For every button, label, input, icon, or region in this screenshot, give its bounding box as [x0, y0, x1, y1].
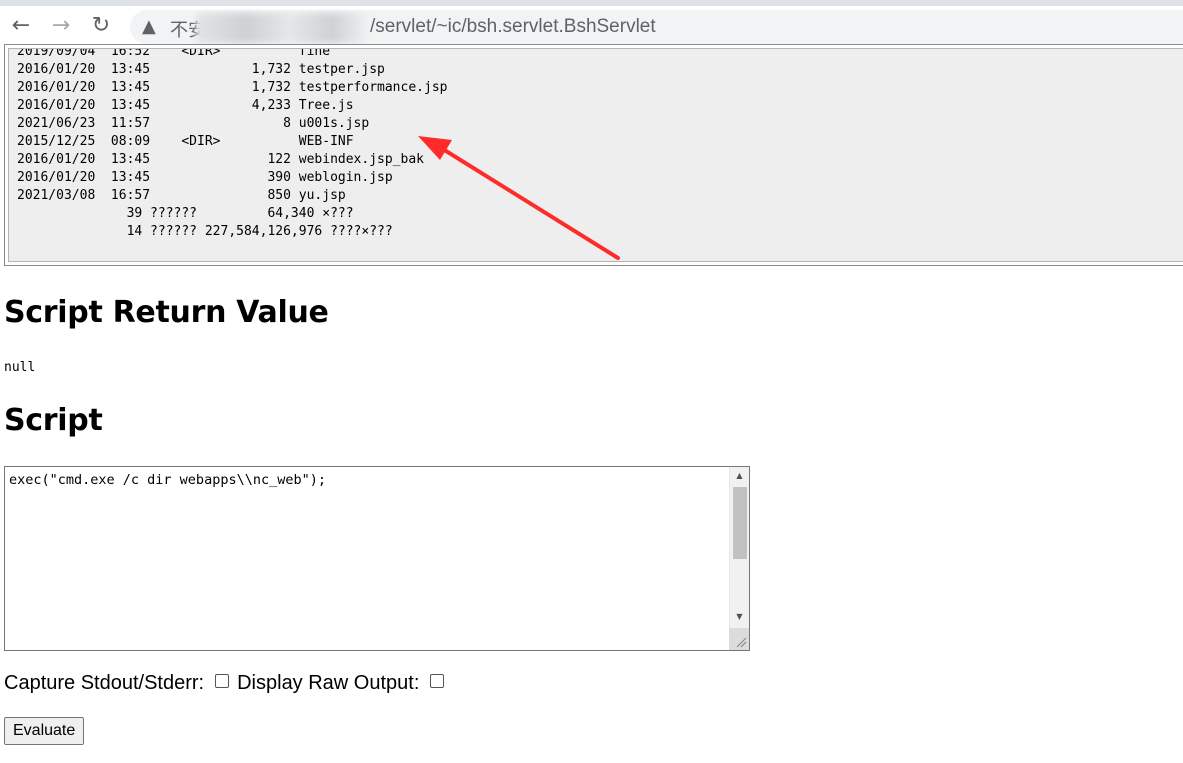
tab-strip — [0, 0, 1183, 6]
script-heading: Script — [4, 403, 103, 438]
capture-stdout-checkbox[interactable] — [215, 673, 230, 688]
options-row: Capture Stdout/Stderr: Display Raw Outpu… — [4, 672, 452, 695]
script-output-inner: 2019/09/04 16:52 <DIR> fine 2016/01/20 1… — [8, 48, 1183, 262]
scroll-up-arrow-icon[interactable]: ▲ — [730, 467, 749, 484]
return-value-text: null — [4, 360, 36, 375]
browser-toolbar: ← → ↻ ▲ 不安 /servlet/~ic/bsh.servlet.BshS… — [0, 0, 1183, 50]
url-text[interactable]: /servlet/~ic/bsh.servlet.BshServlet — [370, 16, 656, 38]
script-output-text: 2019/09/04 16:52 <DIR> fine 2016/01/20 1… — [17, 48, 448, 239]
resize-grip-icon[interactable] — [729, 628, 749, 650]
address-bar[interactable]: ▲ 不安 /servlet/~ic/bsh.servlet.BshServlet — [130, 10, 1183, 44]
redacted-host — [196, 13, 366, 43]
warning-triangle-icon[interactable]: ▲ — [142, 16, 156, 37]
reload-icon[interactable]: ↻ — [86, 10, 116, 40]
textarea-scrollbar[interactable]: ▲ ▼ — [729, 467, 749, 650]
script-output-box: 2019/09/04 16:52 <DIR> fine 2016/01/20 1… — [4, 44, 1183, 266]
scroll-thumb[interactable] — [733, 487, 747, 559]
forward-arrow-icon[interactable]: → — [46, 10, 76, 40]
display-raw-output-label: Display Raw Output: — [237, 672, 420, 694]
display-raw-output-checkbox[interactable] — [430, 673, 445, 688]
capture-stdout-label: Capture Stdout/Stderr: — [4, 672, 205, 694]
script-textarea[interactable] — [5, 467, 729, 650]
script-textarea-frame: ▲ ▼ — [4, 466, 750, 651]
evaluate-button[interactable]: Evaluate — [4, 717, 85, 745]
scroll-down-arrow-icon[interactable]: ▼ — [730, 608, 749, 625]
back-arrow-icon[interactable]: ← — [6, 10, 36, 40]
return-value-heading: Script Return Value — [4, 295, 329, 330]
